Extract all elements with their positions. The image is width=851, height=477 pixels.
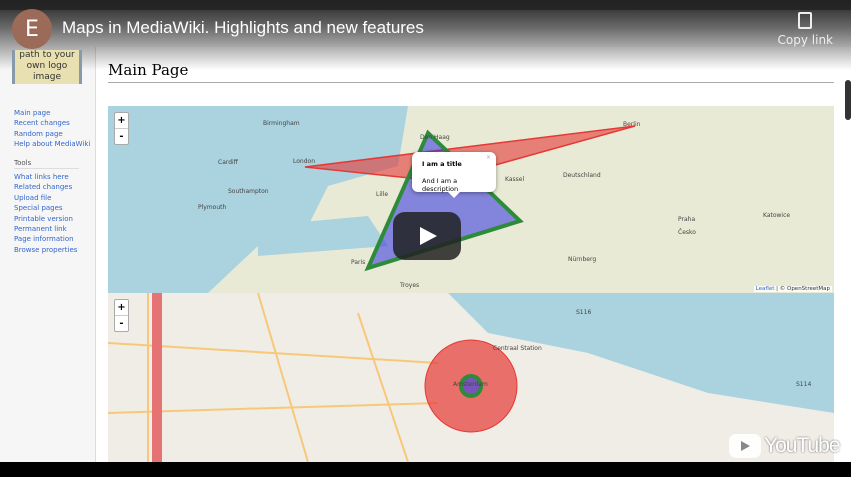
content-area: Main Page Birmingham London Cardiff Southam… xyxy=(95,47,851,462)
map-label: Paris xyxy=(351,259,366,266)
sidebar-link-what-links-here[interactable]: What links here xyxy=(14,172,90,182)
map-label: Praha xyxy=(678,216,696,223)
sidebar-link-upload-file[interactable]: Upload file xyxy=(14,193,90,203)
sidebar-link-help-about-mediawiki[interactable]: Help about MediaWiki xyxy=(14,139,90,149)
copy-link-label: Copy link xyxy=(777,33,833,47)
road xyxy=(257,293,309,462)
tools-heading: Tools xyxy=(14,158,79,170)
popup-title: I am a title xyxy=(422,160,462,168)
map-label: Birmingham xyxy=(263,120,300,127)
map-label: Troyes xyxy=(400,282,420,289)
sidebar: Main page Recent changes Random page Help a… xyxy=(14,108,90,255)
map-label: London xyxy=(293,158,315,165)
youtube-wordmark: YouTube xyxy=(764,434,841,457)
road xyxy=(357,312,409,462)
map2-canvas xyxy=(108,293,834,462)
map-label: Plymouth xyxy=(198,204,227,211)
map-label: Česko xyxy=(678,229,696,236)
wiki-logo[interactable]: path to your own logo image xyxy=(12,50,82,84)
map-label: Den Haag xyxy=(420,134,450,141)
youtube-logo[interactable]: YouTube xyxy=(729,434,841,458)
map-label: Lille xyxy=(376,191,389,198)
map-label: Berlin xyxy=(623,121,641,128)
copy-icon xyxy=(798,12,813,29)
sidebar-link-related-changes[interactable]: Related changes xyxy=(14,182,90,192)
zoom-out-button[interactable]: - xyxy=(115,128,128,144)
map-label: S114 xyxy=(796,381,812,388)
osm-link[interactable]: | © OpenStreetMap xyxy=(776,286,830,292)
sidebar-link-page-information[interactable]: Page information xyxy=(14,234,90,244)
sidebar-link-printable-version[interactable]: Printable version xyxy=(14,214,90,224)
map-amsterdam[interactable]: Amsterdam S116 S114 Centraal Station + - xyxy=(108,293,834,462)
sidebar-link-special-pages[interactable]: Special pages xyxy=(14,203,90,213)
scrollbar[interactable] xyxy=(845,80,851,120)
map-label: Kassel xyxy=(505,176,525,183)
map-label: Amsterdam xyxy=(453,381,488,388)
main-road xyxy=(152,293,162,462)
video-title[interactable]: Maps in MediaWiki. Highlights and new fe… xyxy=(62,18,424,38)
map-label: Cardiff xyxy=(218,159,238,166)
map-label: Southampton xyxy=(228,188,269,195)
map-label: Deutschland xyxy=(563,172,601,179)
map-label: Centraal Station xyxy=(493,345,542,352)
zoom-control: + - xyxy=(114,112,129,145)
sidebar-link-recent-changes[interactable]: Recent changes xyxy=(14,118,90,128)
zoom-in-button[interactable]: + xyxy=(115,113,128,128)
play-button[interactable] xyxy=(393,212,461,260)
popup-close-button[interactable]: × xyxy=(486,154,491,161)
zoom-control: + - xyxy=(114,299,129,332)
sidebar-link-random-page[interactable]: Random page xyxy=(14,129,90,139)
channel-avatar[interactable]: E xyxy=(12,9,52,49)
zoom-in-button[interactable]: + xyxy=(115,300,128,315)
sidebar-link-browse-properties[interactable]: Browse properties xyxy=(14,245,90,255)
map-label: S116 xyxy=(576,309,592,316)
leaflet-link[interactable]: Leaflet xyxy=(756,286,775,292)
map-popup: × I am a title And I am a description xyxy=(412,152,496,198)
popup-description: And I am a description xyxy=(422,177,459,193)
zoom-out-button[interactable]: - xyxy=(115,315,128,331)
map-label: Nürnberg xyxy=(568,256,597,263)
map-attribution: Leaflet | © OpenStreetMap xyxy=(753,286,832,292)
map-europe[interactable]: Birmingham London Cardiff Southampton Plymou… xyxy=(108,106,834,293)
sidebar-link-main-page[interactable]: Main page xyxy=(14,108,90,118)
map-label: Katowice xyxy=(763,212,791,219)
sidebar-link-permanent-link[interactable]: Permanent link xyxy=(14,224,90,234)
map1-canvas xyxy=(108,106,636,293)
youtube-play-icon xyxy=(729,434,761,458)
copy-link-button[interactable]: Copy link xyxy=(778,12,833,47)
